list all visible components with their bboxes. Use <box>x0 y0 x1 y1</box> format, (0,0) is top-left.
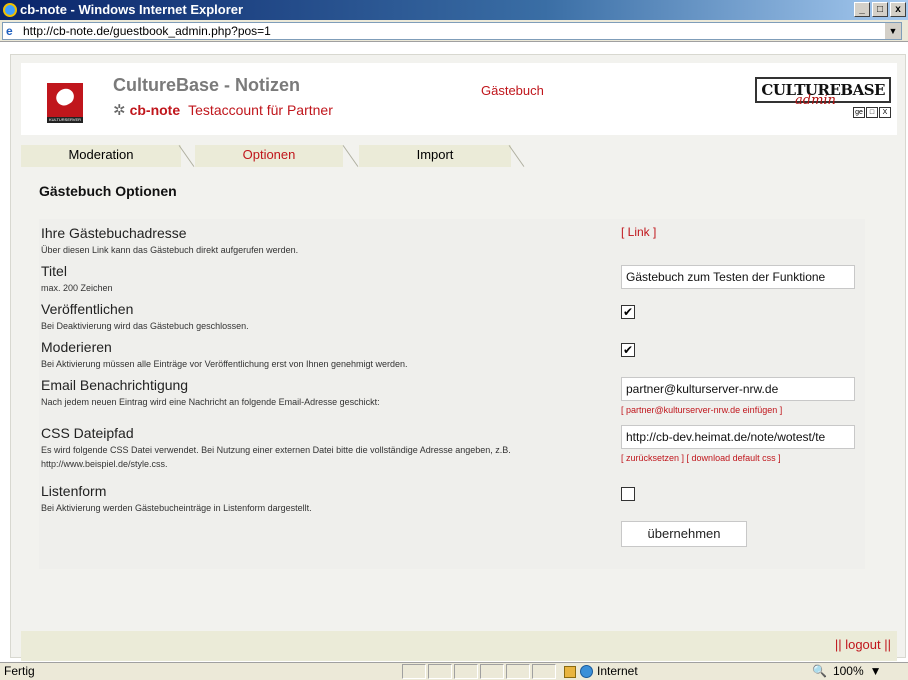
title-input[interactable]: Gästebuch zum Testen der Funktione <box>621 265 855 289</box>
page-icon: e <box>6 24 13 38</box>
status-pane <box>506 664 530 679</box>
tab-separator <box>509 145 525 167</box>
culturebase-admin-logo: CULTUREBASE admin ge □ X <box>755 77 891 125</box>
window-titlebar: cb-note - Windows Internet Explorer _ □ … <box>0 0 908 20</box>
window-title: cb-note - Windows Internet Explorer <box>20 2 244 17</box>
kulturserver-logo[interactable]: KULTURSERVER <box>47 83 83 123</box>
satellite-dish-icon <box>53 85 77 109</box>
moderate-checkbox[interactable]: ✔ <box>621 343 635 357</box>
publish-checkbox[interactable]: ✔ <box>621 305 635 319</box>
address-dropdown-icon[interactable]: ▼ <box>885 23 901 39</box>
zone-label: Internet <box>597 664 638 678</box>
page-viewport: KULTURSERVER CultureBase - Notizen ✲ cb-n… <box>0 42 908 662</box>
options-panel: Ihre Gästebuchadresse Über diesen Link k… <box>39 219 865 569</box>
tab-import[interactable]: Import <box>359 145 511 167</box>
close-icon[interactable]: X <box>879 107 891 118</box>
maximize-button[interactable]: □ <box>872 2 888 17</box>
option-label: CSS Dateipfad <box>41 425 134 441</box>
section-label: Gästebuch <box>481 83 544 98</box>
zoom-level: 100% <box>832 664 864 678</box>
zoom-icon: 🔍 <box>812 664 827 678</box>
logo-mini-icons: ge □ X <box>853 107 891 118</box>
option-description: Bei Aktivierung müssen alle Einträge vor… <box>41 359 408 369</box>
option-label: Veröffentlichen <box>41 301 134 317</box>
status-pane <box>402 664 426 679</box>
logo-strip: KULTURSERVER <box>47 117 83 123</box>
zoom-control[interactable]: 🔍 100% ▼ <box>812 663 882 680</box>
option-description: Es wird folgende CSS Datei verwendet. Be… <box>41 445 511 469</box>
url-text: http://cb-note.de/guestbook_admin.php?po… <box>23 24 271 38</box>
option-label: Email Benachrichtigung <box>41 377 189 393</box>
status-text: Fertig <box>4 664 35 678</box>
zoom-dropdown-icon[interactable]: ▼ <box>870 663 882 680</box>
window-controls: _ □ x <box>854 2 906 17</box>
insert-email-link[interactable]: [ partner@kulturserver-nrw.de einfügen ] <box>621 405 782 415</box>
option-description: Über diesen Link kann das Gästebuch dire… <box>41 245 299 255</box>
option-description: max. 200 Zeichen <box>41 283 113 293</box>
tab-moderation[interactable]: Moderation <box>21 145 181 167</box>
protected-mode-icon <box>564 665 576 678</box>
option-label: Titel <box>41 263 67 279</box>
listform-checkbox[interactable] <box>621 487 635 501</box>
option-description: Bei Deaktivierung wird das Gästebuch ges… <box>41 321 249 331</box>
option-label: Ihre Gästebuchadresse <box>41 225 187 241</box>
guestbook-link[interactable]: [ Link ] <box>621 225 656 239</box>
download-css-link[interactable]: [ download default css ] <box>687 453 781 463</box>
email-input[interactable]: partner@kulturserver-nrw.de <box>621 377 855 401</box>
close-button[interactable]: x <box>890 2 906 17</box>
tab-separator <box>179 145 195 167</box>
page-header: KULTURSERVER CultureBase - Notizen ✲ cb-n… <box>21 63 897 135</box>
status-bar: Fertig Internet 🔍 100% ▼ <box>0 662 908 680</box>
minimize-button[interactable]: _ <box>854 2 870 17</box>
admin-script-text: admin <box>795 93 836 108</box>
brand-title: CultureBase - Notizen <box>113 75 301 95</box>
address-bar: e http://cb-note.de/guestbook_admin.php?… <box>0 20 908 42</box>
globe-icon <box>580 665 593 678</box>
option-label: Listenform <box>41 483 107 499</box>
option-description: Bei Aktivierung werden Gästebucheinträge… <box>41 503 312 513</box>
status-pane <box>532 664 556 679</box>
ie-logo-icon <box>3 3 17 17</box>
account-name: cb-note <box>129 102 181 118</box>
language-icon[interactable]: ge <box>853 107 865 118</box>
option-description: Nach jedem neuen Eintrag wird eine Nachr… <box>41 397 380 407</box>
window-icon[interactable]: □ <box>866 107 878 118</box>
page-title: Gästebuch Optionen <box>39 183 177 199</box>
status-panes <box>402 664 556 679</box>
admin-frame: KULTURSERVER CultureBase - Notizen ✲ cb-n… <box>10 54 906 661</box>
apply-button[interactable]: übernehmen <box>621 521 747 547</box>
status-pane <box>428 664 452 679</box>
css-path-input[interactable]: http://cb-dev.heimat.de/note/wotest/te <box>621 425 855 449</box>
status-pane <box>454 664 478 679</box>
account-line: ✲ cb-note Testaccount für Partner <box>113 101 333 119</box>
logout-link[interactable]: || logout || <box>835 637 891 652</box>
option-label: Moderieren <box>41 339 112 355</box>
tab-bar: Moderation Optionen Import <box>21 145 897 167</box>
security-zone[interactable]: Internet <box>564 663 638 680</box>
reset-css-link[interactable]: [ zurücksetzen ] <box>621 453 684 463</box>
status-pane <box>480 664 504 679</box>
css-links: [ zurücksetzen ] [ download default css … <box>621 453 781 463</box>
url-input[interactable]: e http://cb-note.de/guestbook_admin.php?… <box>2 22 902 40</box>
tab-separator <box>343 145 359 167</box>
tab-optionen[interactable]: Optionen <box>195 145 343 167</box>
page-footer: || logout || <box>21 631 897 661</box>
flower-icon: ✲ <box>113 102 126 119</box>
account-description: Testaccount für Partner <box>188 102 333 118</box>
